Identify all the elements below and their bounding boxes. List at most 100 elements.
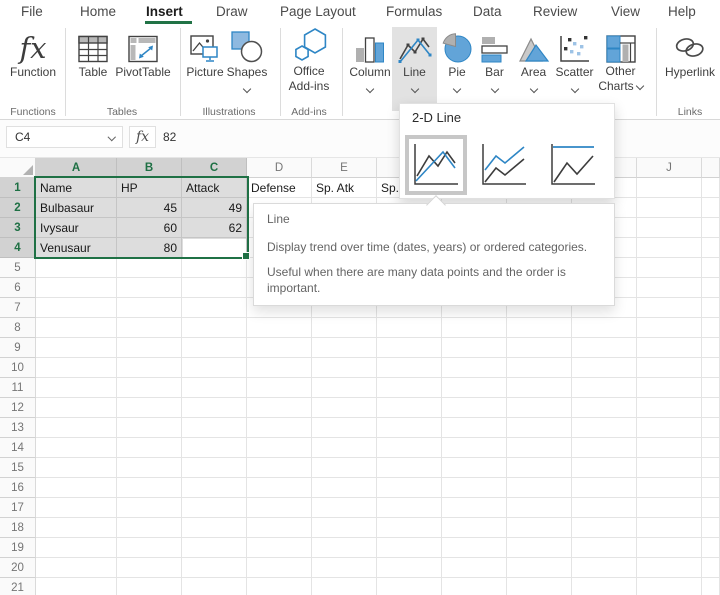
cell-B14[interactable] bbox=[117, 438, 182, 458]
cell-H10[interactable] bbox=[507, 358, 572, 378]
cell-D10[interactable] bbox=[247, 358, 312, 378]
cell-I9[interactable] bbox=[572, 338, 637, 358]
cell-B21[interactable] bbox=[117, 578, 182, 595]
cell-I10[interactable] bbox=[572, 358, 637, 378]
row-header-17[interactable]: 17 bbox=[0, 498, 36, 518]
cell-J8[interactable] bbox=[637, 318, 702, 338]
tab-insert[interactable]: Insert bbox=[146, 4, 183, 19]
cell-C18[interactable] bbox=[182, 518, 247, 538]
table-button[interactable]: Table bbox=[72, 27, 114, 111]
cell-I13[interactable] bbox=[572, 418, 637, 438]
fill-handle[interactable] bbox=[242, 252, 250, 260]
cell-J20[interactable] bbox=[637, 558, 702, 578]
cell-A15[interactable] bbox=[36, 458, 117, 478]
cell-K21[interactable] bbox=[702, 578, 720, 595]
cell-A2[interactable]: Bulbasaur bbox=[36, 198, 117, 218]
row-header-12[interactable]: 12 bbox=[0, 398, 36, 418]
cell-G9[interactable] bbox=[442, 338, 507, 358]
cell-H15[interactable] bbox=[507, 458, 572, 478]
cell-G17[interactable] bbox=[442, 498, 507, 518]
cell-A8[interactable] bbox=[36, 318, 117, 338]
row-header-9[interactable]: 9 bbox=[0, 338, 36, 358]
cell-A18[interactable] bbox=[36, 518, 117, 538]
cell-J2[interactable] bbox=[637, 198, 702, 218]
row-header-21[interactable]: 21 bbox=[0, 578, 36, 595]
cell-J1[interactable] bbox=[637, 178, 702, 198]
cell-B12[interactable] bbox=[117, 398, 182, 418]
row-header-19[interactable]: 19 bbox=[0, 538, 36, 558]
column-header-K[interactable] bbox=[702, 158, 720, 178]
cell-K2[interactable] bbox=[702, 198, 720, 218]
cell-F21[interactable] bbox=[377, 578, 442, 595]
cell-I15[interactable] bbox=[572, 458, 637, 478]
cell-K9[interactable] bbox=[702, 338, 720, 358]
cell-E11[interactable] bbox=[312, 378, 377, 398]
column-header-E[interactable]: E bbox=[312, 158, 377, 178]
cell-K12[interactable] bbox=[702, 398, 720, 418]
cell-C10[interactable] bbox=[182, 358, 247, 378]
cell-J21[interactable] bbox=[637, 578, 702, 595]
cell-J16[interactable] bbox=[637, 478, 702, 498]
pivottable-button[interactable]: PivotTable bbox=[114, 27, 172, 111]
tab-view[interactable]: View bbox=[611, 4, 640, 19]
cell-K16[interactable] bbox=[702, 478, 720, 498]
cell-J5[interactable] bbox=[637, 258, 702, 278]
cell-G11[interactable] bbox=[442, 378, 507, 398]
cell-J4[interactable] bbox=[637, 238, 702, 258]
cell-I20[interactable] bbox=[572, 558, 637, 578]
row-header-10[interactable]: 10 bbox=[0, 358, 36, 378]
cell-E18[interactable] bbox=[312, 518, 377, 538]
cell-F11[interactable] bbox=[377, 378, 442, 398]
cell-C11[interactable] bbox=[182, 378, 247, 398]
cell-I12[interactable] bbox=[572, 398, 637, 418]
bar-chart-button[interactable]: Bar bbox=[477, 27, 512, 111]
cell-F16[interactable] bbox=[377, 478, 442, 498]
cell-A9[interactable] bbox=[36, 338, 117, 358]
column-header-B[interactable]: B bbox=[117, 158, 182, 178]
cell-A6[interactable] bbox=[36, 278, 117, 298]
cell-K19[interactable] bbox=[702, 538, 720, 558]
cell-B11[interactable] bbox=[117, 378, 182, 398]
cell-I17[interactable] bbox=[572, 498, 637, 518]
cell-C6[interactable] bbox=[182, 278, 247, 298]
cell-A13[interactable] bbox=[36, 418, 117, 438]
cell-B4[interactable]: 80 bbox=[117, 238, 182, 258]
cell-J10[interactable] bbox=[637, 358, 702, 378]
cell-E1[interactable]: Sp. Atk bbox=[312, 178, 377, 198]
row-header-16[interactable]: 16 bbox=[0, 478, 36, 498]
cell-H18[interactable] bbox=[507, 518, 572, 538]
chevron-down-icon[interactable] bbox=[635, 82, 643, 90]
cell-B8[interactable] bbox=[117, 318, 182, 338]
cell-D8[interactable] bbox=[247, 318, 312, 338]
cell-F19[interactable] bbox=[377, 538, 442, 558]
cell-B9[interactable] bbox=[117, 338, 182, 358]
cell-A17[interactable] bbox=[36, 498, 117, 518]
cell-J19[interactable] bbox=[637, 538, 702, 558]
cell-E16[interactable] bbox=[312, 478, 377, 498]
cell-D20[interactable] bbox=[247, 558, 312, 578]
row-header-2[interactable]: 2 bbox=[0, 198, 36, 218]
picture-button[interactable]: Picture bbox=[186, 27, 224, 111]
column-chart-button[interactable]: Column bbox=[348, 27, 392, 111]
cell-H11[interactable] bbox=[507, 378, 572, 398]
cell-H13[interactable] bbox=[507, 418, 572, 438]
cell-K5[interactable] bbox=[702, 258, 720, 278]
cell-H14[interactable] bbox=[507, 438, 572, 458]
cell-I14[interactable] bbox=[572, 438, 637, 458]
cell-J14[interactable] bbox=[637, 438, 702, 458]
cell-K13[interactable] bbox=[702, 418, 720, 438]
cell-K3[interactable] bbox=[702, 218, 720, 238]
tab-review[interactable]: Review bbox=[533, 4, 577, 19]
chevron-down-icon[interactable] bbox=[366, 85, 374, 93]
area-chart-button[interactable]: Area bbox=[514, 27, 553, 111]
cell-I19[interactable] bbox=[572, 538, 637, 558]
cell-A5[interactable] bbox=[36, 258, 117, 278]
cell-E20[interactable] bbox=[312, 558, 377, 578]
cell-J9[interactable] bbox=[637, 338, 702, 358]
cell-A19[interactable] bbox=[36, 538, 117, 558]
row-header-4[interactable]: 4 bbox=[0, 238, 36, 258]
cell-F14[interactable] bbox=[377, 438, 442, 458]
cell-F20[interactable] bbox=[377, 558, 442, 578]
stacked-line-chart-option[interactable] bbox=[478, 139, 530, 191]
cell-F15[interactable] bbox=[377, 458, 442, 478]
